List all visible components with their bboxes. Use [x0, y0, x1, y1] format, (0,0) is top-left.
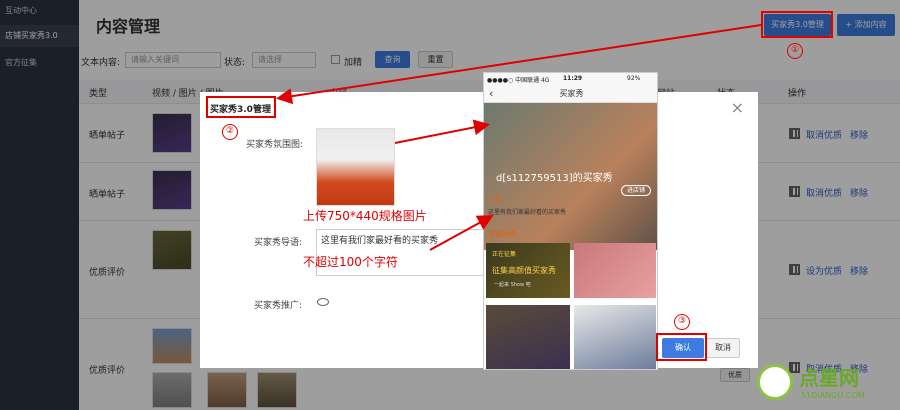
arrow-to-banner [394, 119, 490, 144]
arrow-to-modal [276, 24, 762, 105]
annotation-arrows [276, 24, 762, 251]
watermark-logo: 点星网 51DIANGU.COM [757, 362, 892, 406]
watermark-domain: 51DIANGU.COM [801, 391, 865, 400]
leaf-logo-icon [757, 364, 793, 400]
arrow-to-notice [429, 215, 494, 251]
watermark-brand: 点星网 [799, 366, 859, 390]
